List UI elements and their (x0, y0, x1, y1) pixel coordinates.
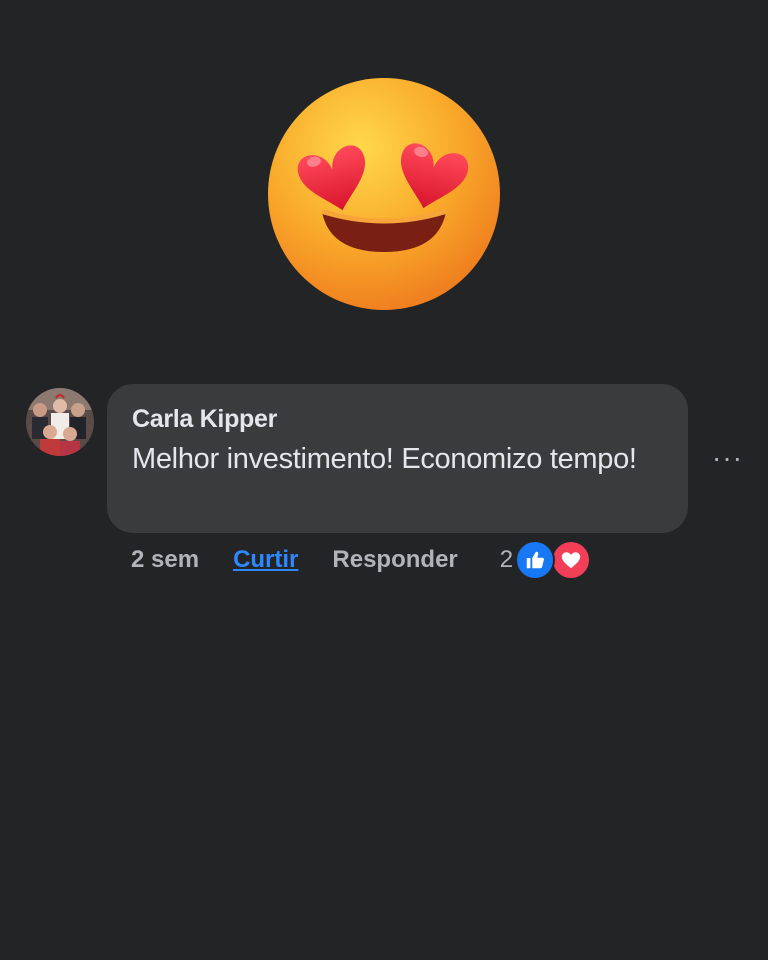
comment-author[interactable]: Carla Kipper (132, 404, 664, 434)
comment-timestamp[interactable]: 2 sem (131, 546, 199, 574)
comment-actions: 2 sem Curtir Responder 2 (131, 540, 592, 580)
love-icon (551, 540, 592, 580)
comment-text: Melhor investimento! Economizo tempo! (132, 443, 637, 475)
like-button[interactable]: Curtir (233, 546, 298, 574)
reactions-summary[interactable] (515, 540, 592, 580)
avatar[interactable] (26, 388, 94, 456)
heart-eyes-emoji-icon (266, 76, 502, 312)
comment-bubble: Carla Kipper Melhor investimento! Econom… (107, 384, 688, 533)
like-icon (515, 540, 556, 580)
reply-button[interactable]: Responder (332, 546, 457, 574)
reaction-count[interactable]: 2 (500, 546, 513, 574)
more-options-icon[interactable]: ··· (712, 444, 743, 472)
